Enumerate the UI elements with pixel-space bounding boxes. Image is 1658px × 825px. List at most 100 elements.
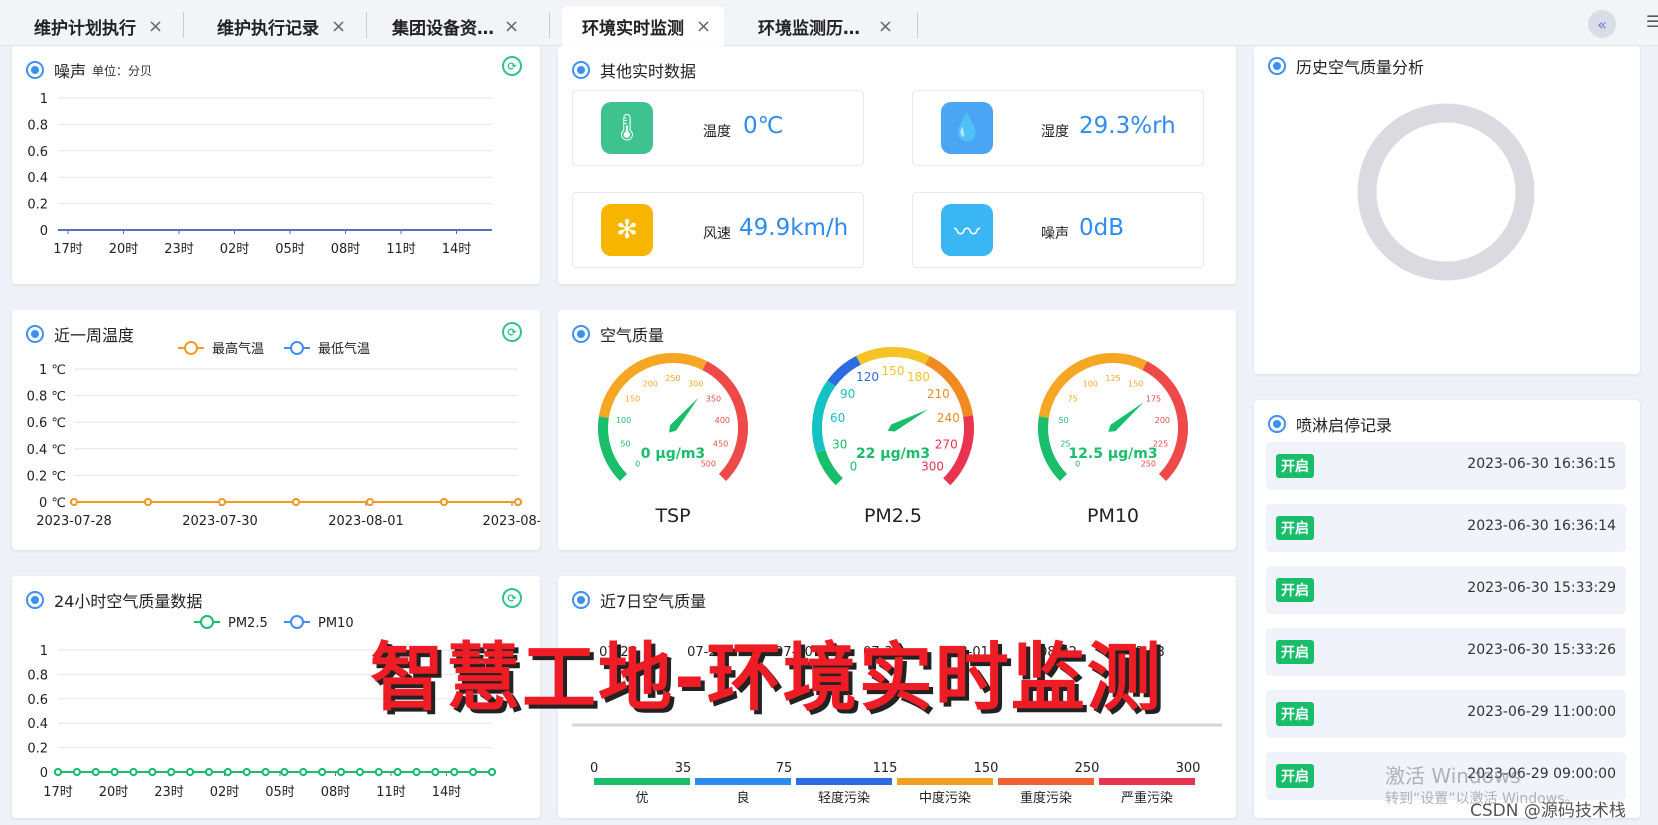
gauge-tick-label: 50 bbox=[620, 439, 630, 448]
data-point bbox=[318, 768, 327, 776]
gauge-tick-label: 400 bbox=[715, 416, 730, 425]
gauge-readout: 12.5 μg/m3 bbox=[1068, 446, 1157, 462]
x-tick-label: 2023-08-01 bbox=[328, 514, 404, 529]
tab-label: 环境实时监测 bbox=[582, 18, 684, 39]
donut-ring bbox=[1357, 103, 1535, 281]
list-item[interactable]: 开启 2023-06-30 15:33:26 bbox=[1266, 628, 1626, 676]
legend-label: PM10 bbox=[318, 616, 354, 631]
close-icon[interactable]: × bbox=[504, 16, 519, 37]
x-tick-label: 14时 bbox=[442, 242, 472, 257]
noise-line-chart: 1 0.8 0.6 0.4 0.2 0 17时 20时 23时 02时 05时 08时 11时 14时 bbox=[27, 92, 492, 257]
x-tick-label: 17时 bbox=[43, 785, 73, 800]
legend-marker bbox=[184, 341, 198, 355]
legend-marker bbox=[290, 341, 304, 355]
water-drop-icon: 💧 bbox=[941, 102, 993, 154]
list-item[interactable]: 开启 2023-06-29 11:00:00 bbox=[1266, 690, 1626, 738]
status-badge: 开启 bbox=[1276, 702, 1314, 726]
collapse-tabs-button[interactable]: « bbox=[1588, 10, 1616, 38]
close-icon[interactable]: × bbox=[331, 16, 346, 37]
spray-records-panel: 喷淋启停记录 开启 2023-06-30 16:36:15 开启 2023-06… bbox=[1254, 400, 1640, 818]
close-icon[interactable]: × bbox=[148, 16, 163, 37]
record-time: 2023-06-29 11:00:00 bbox=[1467, 704, 1616, 720]
card-label: 风速 bbox=[703, 226, 731, 242]
scale-value: 250 bbox=[1075, 761, 1100, 776]
tab-maintenance-records[interactable]: 维护执行记录 × bbox=[217, 6, 347, 46]
temp-line-chart: 1 ℃ 0.8 ℃ 0.6 ℃ 0.4 ℃ 0.2 ℃ 0 ℃ 2023-07-28 2023… bbox=[27, 341, 540, 529]
y-tick-label: 1 bbox=[40, 92, 48, 107]
target-icon bbox=[1268, 415, 1286, 433]
y-tick-label: 0 bbox=[40, 224, 48, 239]
gauge-tick-label: 50 bbox=[1059, 416, 1069, 425]
close-icon[interactable]: × bbox=[878, 16, 893, 37]
y-tick-label: 0.2 bbox=[27, 742, 48, 757]
panel-title-text: 喷淋启停记录 bbox=[1296, 416, 1393, 435]
tab-label: 维护计划执行 bbox=[34, 18, 136, 39]
x-tick-label: 11时 bbox=[386, 242, 416, 257]
close-icon[interactable]: × bbox=[696, 16, 711, 37]
tab-label: 集团设备资产… bbox=[392, 18, 502, 39]
record-time: 2023-06-30 15:33:26 bbox=[1467, 642, 1616, 658]
list-item[interactable]: 开启 2023-06-30 16:36:14 bbox=[1266, 504, 1626, 552]
gauge-tick-label: 150 bbox=[1128, 379, 1143, 388]
data-point bbox=[450, 768, 459, 776]
sound-wave-icon: 〰 bbox=[941, 204, 993, 256]
gauge-readout: 22 μg/m3 bbox=[856, 446, 930, 462]
list-item[interactable]: 开启 2023-06-30 16:36:15 bbox=[1266, 442, 1626, 490]
fan-icon: ✻ bbox=[601, 204, 653, 256]
tab-bar: 维护计划执行 × 维护执行记录 × 集团设备资产… × 环境实时监测 × 环境监… bbox=[0, 0, 1658, 46]
data-point bbox=[488, 768, 496, 776]
data-point bbox=[72, 768, 81, 776]
humidity-card: 💧 湿度 29.3%rh bbox=[912, 90, 1204, 166]
legend-marker bbox=[200, 615, 214, 629]
y-tick-label: 0.8 ℃ bbox=[27, 390, 66, 405]
scale-value: 115 bbox=[873, 761, 898, 776]
air-quality-panel: 空气质量 0 50 100 150 200 250 300 350 400 450 500 0 μg/… bbox=[558, 310, 1236, 550]
card-value: 0℃ bbox=[743, 113, 784, 139]
data-point bbox=[292, 498, 300, 506]
data-point bbox=[204, 768, 213, 776]
x-tick-label: 20时 bbox=[99, 785, 129, 800]
tab-env-realtime[interactable]: 环境实时监测 × bbox=[562, 6, 724, 46]
record-time: 2023-06-30 15:33:29 bbox=[1467, 580, 1616, 596]
menu-icon[interactable]: ☰ bbox=[1646, 12, 1658, 31]
data-point bbox=[374, 768, 383, 776]
data-point bbox=[514, 498, 522, 506]
gauge-needle bbox=[887, 409, 929, 432]
level-bar bbox=[897, 778, 993, 785]
gauge-name: TSP bbox=[654, 505, 690, 527]
data-point bbox=[54, 768, 62, 776]
realtime-data-panel: 其他实时数据 🌡 温度 0℃ 💧 湿度 29.3%rh ✻ 风速 49.9km/… bbox=[558, 46, 1236, 284]
x-tick-label: 08时 bbox=[321, 785, 351, 800]
y-tick-label: 0.8 bbox=[27, 118, 48, 133]
gauge-tick-label: 240 bbox=[937, 411, 960, 425]
data-point bbox=[223, 768, 232, 776]
level-bar bbox=[594, 778, 690, 785]
gauge-readout: 0 μg/m3 bbox=[641, 446, 705, 462]
gauge-tick-label: 175 bbox=[1146, 395, 1161, 404]
tab-divider bbox=[366, 12, 367, 38]
scale-value: 35 bbox=[675, 761, 692, 776]
data-point bbox=[412, 768, 421, 776]
tab-divider bbox=[549, 12, 550, 38]
data-point bbox=[218, 498, 226, 506]
data-point bbox=[129, 768, 138, 776]
list-item[interactable]: 开启 2023-06-30 15:33:29 bbox=[1266, 566, 1626, 614]
gauge-tick-label: 270 bbox=[935, 437, 958, 451]
y-tick-label: 0 bbox=[40, 766, 48, 781]
data-point bbox=[110, 768, 119, 776]
data-point bbox=[337, 768, 346, 776]
tab-env-history[interactable]: 环境监测历史… × bbox=[758, 6, 893, 46]
card-label: 湿度 bbox=[1041, 124, 1069, 140]
noise-panel: 噪声 单位：分贝 ⟳ 1 0.8 0.6 0.4 0.2 0 17时 20时 23时 02时 05时… bbox=[12, 46, 540, 284]
headline-overlay: 智慧工地-环境实时监测 bbox=[370, 635, 1163, 721]
status-badge: 开启 bbox=[1276, 578, 1314, 602]
panel-title: 喷淋启停记录 bbox=[1268, 412, 1392, 436]
legend-label: 最低气温 bbox=[318, 341, 370, 357]
windows-activation-text: 激活 Windows bbox=[1385, 764, 1521, 788]
record-time: 2023-06-30 16:36:15 bbox=[1467, 456, 1616, 472]
tab-group-assets[interactable]: 集团设备资产… × bbox=[392, 6, 527, 46]
tab-maintenance-plan[interactable]: 维护计划执行 × bbox=[34, 6, 164, 46]
y-tick-label: 1 ℃ bbox=[39, 363, 66, 378]
gauge-tick-label: 200 bbox=[1155, 416, 1170, 425]
gauge-band bbox=[815, 449, 843, 486]
